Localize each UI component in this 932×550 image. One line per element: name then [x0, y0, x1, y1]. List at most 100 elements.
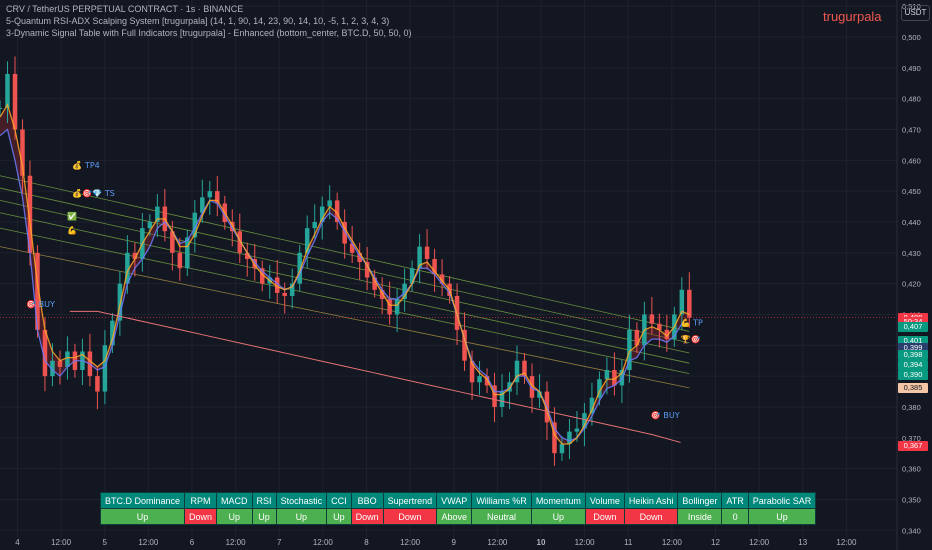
- time-tick-label: 12:00: [313, 538, 334, 547]
- signal-value-cell: Up: [326, 508, 352, 525]
- time-tick-label: 10: [537, 538, 546, 547]
- candle-body: [102, 345, 108, 392]
- signal-value-cell: 0: [721, 508, 749, 525]
- candle-body: [12, 73, 18, 130]
- signal-header-cell: Supertrend: [382, 492, 438, 509]
- time-tick-label: 8: [364, 538, 369, 547]
- signal-value-cell: Neutral: [471, 508, 532, 525]
- candle-body: [95, 376, 100, 392]
- time-tick-label: 12:00: [226, 538, 247, 547]
- signal-table: BTC.D Dominance RPM MACD RSI Stochastic CCI BB…: [99, 492, 817, 525]
- ma-cloud: [0, 104, 690, 444]
- signal-marker: 🏆🎯: [681, 334, 701, 344]
- time-tick-label: 12:00: [487, 538, 508, 547]
- price-axis: 0,5100,5000,4900,4800,4700,4600,4500,440…: [902, 2, 921, 535]
- candle-body: [65, 351, 70, 367]
- indicator-legend-2[interactable]: 3-Dynamic Signal Table with Full Indicat…: [6, 28, 412, 38]
- candle-body: [477, 376, 482, 383]
- price-tick-label: 0,420: [902, 280, 921, 289]
- time-tick-label: 6: [190, 538, 195, 547]
- price-tick-label: 0,480: [902, 95, 921, 104]
- currency-button[interactable]: USDT: [901, 5, 930, 21]
- signal-header-cell: VWAP: [436, 492, 473, 509]
- time-tick-label: 12:00: [662, 538, 683, 547]
- time-tick-label: 11: [624, 538, 633, 547]
- signal-value-cell: Up: [275, 508, 328, 525]
- signal-header-cell: Momentum: [530, 492, 586, 509]
- price-tick-label: 0,460: [902, 156, 921, 165]
- ma-line-1: [0, 103, 690, 445]
- time-tick-label: 12:00: [749, 538, 770, 547]
- signal-marker: 💰 TP4: [72, 160, 99, 170]
- candle-body: [147, 221, 153, 229]
- signal-header-cell: Parabolic SAR: [747, 492, 817, 509]
- candle-body: [207, 191, 213, 198]
- signal-header-cell: CCI: [326, 492, 352, 509]
- signal-header-cell: ATR: [721, 492, 749, 509]
- candle-body: [312, 221, 317, 229]
- signal-marker: ✅: [67, 211, 77, 221]
- candle-body: [57, 360, 63, 367]
- price-tick-label: 0,340: [902, 526, 921, 535]
- candle-body: [649, 314, 655, 324]
- candle-body: [185, 237, 190, 269]
- signal-value-cell: Down: [382, 508, 438, 525]
- price-tick-label: 0,380: [902, 403, 921, 412]
- signal-header-cell: BBO: [350, 492, 384, 509]
- signal-value-cell: Up: [99, 508, 186, 525]
- time-tick-label: 7: [277, 538, 282, 547]
- time-tick-label: 12:00: [138, 538, 159, 547]
- candle-body: [177, 252, 183, 269]
- candle-body: [574, 428, 580, 432]
- candle-body: [394, 299, 400, 315]
- signal-marker: 💪 TP: [681, 317, 703, 327]
- signal-header-cell: Heikin Ashi: [623, 492, 679, 509]
- cloud-fills: [0, 104, 690, 444]
- price-label: 0,394: [898, 360, 928, 371]
- signal-value-cell: Up: [216, 508, 253, 525]
- signal-marker: 💪: [67, 225, 77, 235]
- signal-value-cell: Up: [747, 508, 817, 525]
- price-chart[interactable]: 💰 TP4💰🎯💎 TS✅💪🎯 BUY💪 TP🏆🎯🎯 BUY 0,5100,500…: [0, 0, 932, 550]
- signal-header-cell: Bollinger: [677, 492, 723, 509]
- candle-body: [424, 246, 430, 259]
- price-label: 0,390: [898, 369, 928, 380]
- signal-header-cell: RSI: [251, 492, 277, 509]
- signal-header-cell: BTC.D Dominance: [99, 492, 186, 509]
- candle-body: [559, 443, 565, 454]
- time-tick-label: 12:00: [836, 538, 857, 547]
- time-tick-label: 9: [452, 538, 457, 547]
- symbol-legend[interactable]: CRV / TetherUS PERPETUAL CONTRACT · 1s ·…: [6, 4, 243, 14]
- signal-value-cell: Up: [251, 508, 277, 525]
- moving-averages: [0, 103, 690, 445]
- time-tick-label: 12:00: [51, 538, 72, 547]
- candle-body: [327, 200, 332, 207]
- signal-table-header-row: BTC.D Dominance RPM MACD RSI Stochastic CCI BB…: [99, 492, 817, 509]
- price-tick-label: 0,500: [902, 33, 921, 42]
- signal-level-lines: [0, 175, 897, 389]
- candlestick-series: [0, 56, 692, 466]
- candle-body: [387, 299, 392, 315]
- signal-table-value-row: Up Down Up Up Up Up Down Down Above Neutral Up Down…: [99, 508, 817, 525]
- signal-value-cell: Above: [436, 508, 473, 525]
- time-tick-label: 13: [798, 538, 807, 547]
- indicator-legend-1[interactable]: 5-Quantum RSI-ADX Scalping System [trugu…: [6, 16, 389, 26]
- signal-value-cell: Inside: [677, 508, 723, 525]
- signal-header-cell: Volume: [584, 492, 625, 509]
- candle-body: [282, 292, 287, 296]
- signal-header-cell: MACD: [216, 492, 253, 509]
- signal-value-cell: Down: [584, 508, 625, 525]
- price-tick-label: 0,470: [902, 125, 921, 134]
- signal-value-cell: Down: [350, 508, 384, 525]
- time-axis: 4 12:00 5 12:00 6 12:00 7 12:00 8 12:00 9 12:00 10 12…: [15, 538, 857, 547]
- watermark: trugurpala: [823, 9, 882, 24]
- time-tick-label: 12: [711, 538, 720, 547]
- price-tick-label: 0,360: [902, 465, 921, 474]
- price-tick-label: 0,440: [902, 218, 921, 227]
- price-tick-label: 0,490: [902, 64, 921, 73]
- price-tick-label: 0,430: [902, 249, 921, 258]
- signal-header-cell: Stochastic: [275, 492, 328, 509]
- signal-value-cell: Up: [530, 508, 586, 525]
- price-label: 0,407: [898, 321, 928, 332]
- signal-header-cell: Williams %R: [471, 492, 532, 509]
